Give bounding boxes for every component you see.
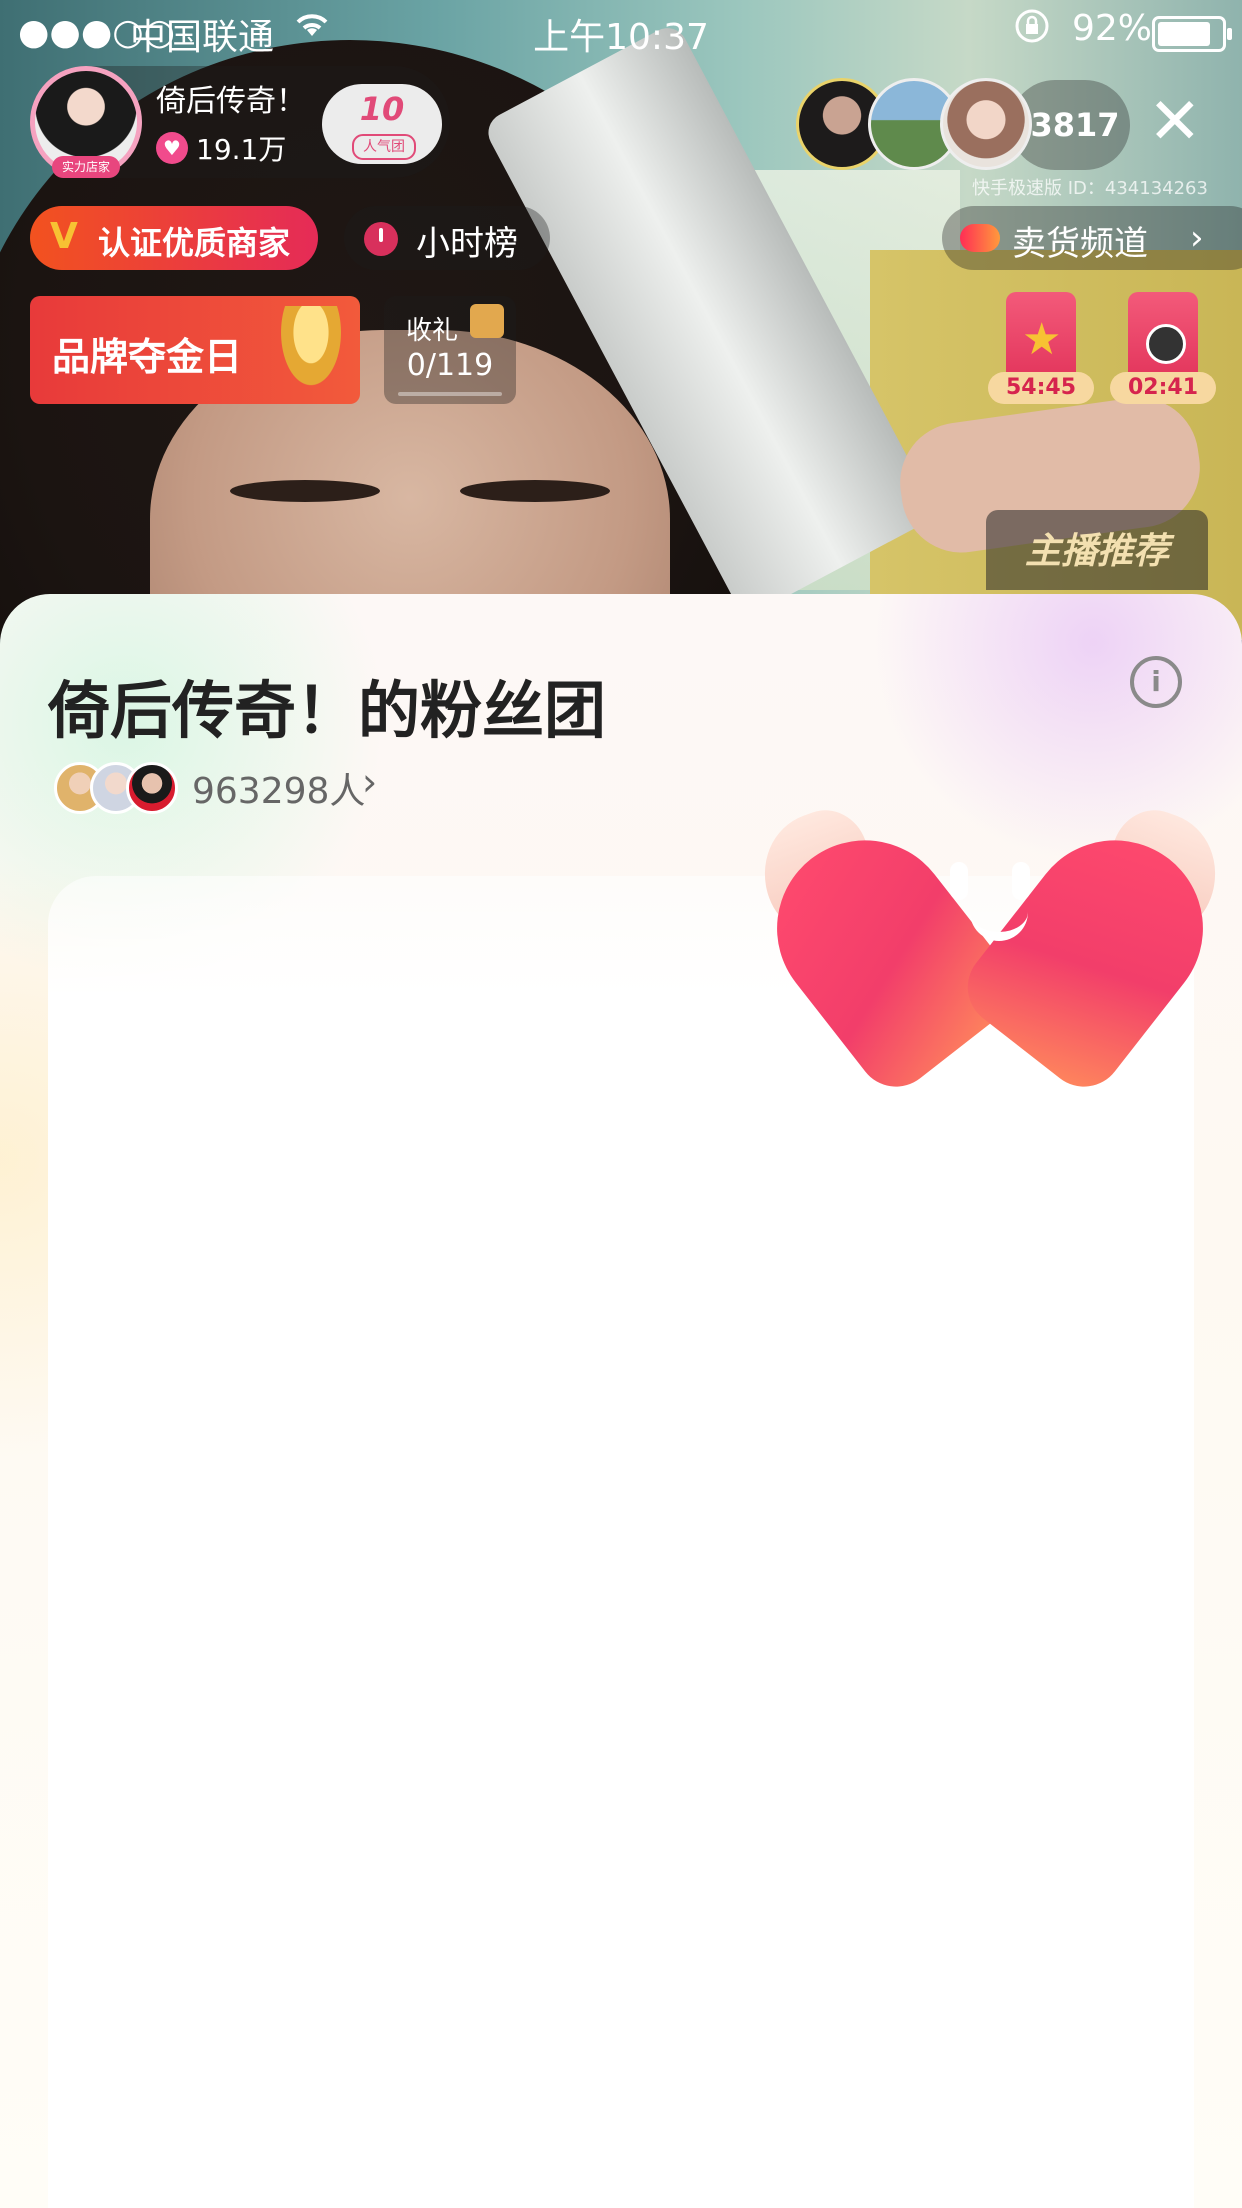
host-avatar-tag: 实力店家 xyxy=(52,156,120,178)
chevron-right-icon[interactable]: › xyxy=(362,760,377,804)
gift-icon xyxy=(470,304,504,338)
battery-icon xyxy=(1152,16,1232,52)
lucky-card-widget[interactable]: ★ 54:45 xyxy=(988,292,1094,404)
winged-heart-icon xyxy=(741,744,1239,1103)
heart-eye xyxy=(950,862,968,900)
gift-progress-bar xyxy=(398,392,502,396)
lucky-card-timer: 54:45 xyxy=(988,372,1094,404)
fan-group-content-panel xyxy=(48,876,1194,2208)
heart-eye xyxy=(1012,862,1030,900)
orientation-lock-icon xyxy=(1014,8,1050,53)
battery-percent: 92% xyxy=(1072,8,1153,49)
host-name: 倚后传奇！ xyxy=(156,84,306,119)
status-bar: ●●●○○ 中国联通 上午10:37 92% xyxy=(0,0,1242,60)
verified-merchant-badge[interactable]: V 认证优质商家 xyxy=(30,206,318,270)
anchor-recommend-label: 主播推荐 xyxy=(1024,531,1169,572)
clock-icon xyxy=(364,222,398,256)
heart-body xyxy=(741,754,1239,1103)
fan-group-level-number: 10 xyxy=(359,90,405,128)
battery-nub xyxy=(1227,28,1232,40)
anchor-recommend-button[interactable]: 主播推荐 xyxy=(986,510,1208,590)
battery-fill xyxy=(1158,22,1210,46)
streamer-brow xyxy=(460,480,610,502)
clock-time: 上午10:37 xyxy=(533,17,709,58)
brand-day-label: 品牌夺金日 xyxy=(52,335,243,379)
fan-group-title: 倚后传奇！的粉丝团 xyxy=(48,674,607,747)
gift-progress-widget[interactable]: 收礼 0/119 xyxy=(384,296,516,404)
info-icon[interactable]: i xyxy=(1130,656,1182,708)
fan-group-level-label: 人气团 xyxy=(352,134,416,160)
room-id: 快手极速版 ID：434134263 xyxy=(972,178,1208,199)
star-icon: ★ xyxy=(1022,314,1062,365)
fan-group-member-count[interactable]: 963298人 xyxy=(192,762,365,814)
verified-merchant-label: 认证优质商家 xyxy=(98,224,291,262)
brand-day-banner[interactable]: 品牌夺金日 xyxy=(30,296,360,404)
red-packet-widget[interactable]: 02:41 xyxy=(1110,292,1216,404)
member-avatar xyxy=(126,762,178,814)
host-fans-count: 19.1万 xyxy=(196,133,287,166)
gift-label: 收礼 xyxy=(406,316,459,346)
viewer-avatar[interactable] xyxy=(940,78,1032,170)
red-packet-timer: 02:41 xyxy=(1110,372,1216,404)
streamer-brow xyxy=(230,480,380,502)
sell-channel-button[interactable]: 卖货频道 › xyxy=(942,206,1242,270)
verified-icon: V xyxy=(50,216,78,257)
fan-group-level-badge[interactable]: 10 人气团 xyxy=(322,84,442,164)
fan-group-sheet: 倚后传奇！的粉丝团 i 963298人 › xyxy=(0,594,1242,2208)
red-packet-avatar xyxy=(1146,324,1186,364)
heart-icon: ♥ xyxy=(156,132,188,164)
hourly-rank-button[interactable]: 小时榜 xyxy=(344,206,550,270)
trophy-icon xyxy=(276,306,346,394)
chevron-right-icon: › xyxy=(1190,218,1204,258)
gift-count: 0/119 xyxy=(406,348,494,383)
hourly-rank-label: 小时榜 xyxy=(416,224,518,264)
close-icon[interactable]: ✕ xyxy=(1148,90,1202,154)
sell-channel-label: 卖货频道 xyxy=(1012,224,1148,264)
sell-channel-icon xyxy=(960,224,1000,252)
